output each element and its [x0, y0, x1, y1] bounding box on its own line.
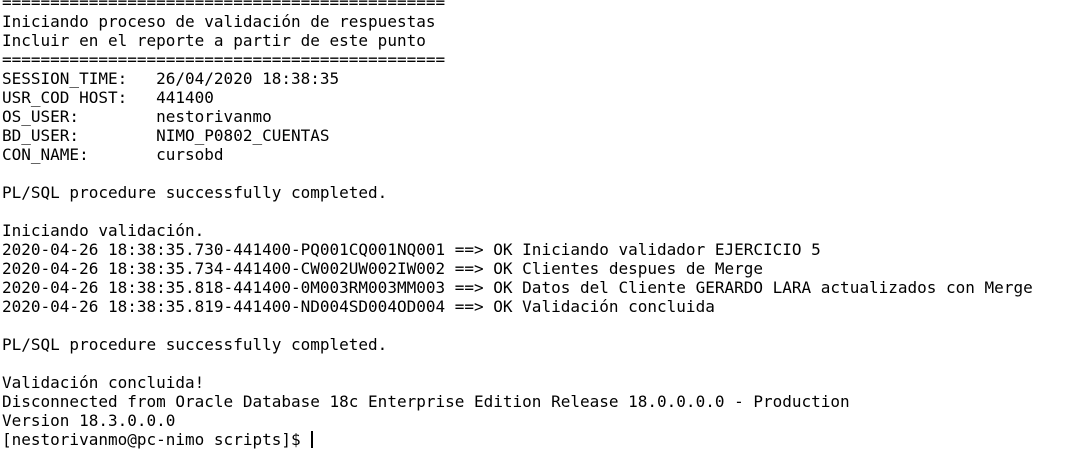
- procedure-completed-line: PL/SQL procedure successfully completed.: [2, 335, 388, 354]
- procedure-completed-line: PL/SQL procedure successfully completed.: [2, 183, 388, 202]
- validation-log-line: 2020-04-26 18:38:35.734-441400-CW002UW00…: [2, 259, 763, 278]
- usr-cod-host-line: USR_COD HOST: 441400: [2, 88, 214, 107]
- bd-user-line: BD_USER: NIMO_P0802_CUENTAS: [2, 126, 330, 145]
- output-line: Incluir en el reporte a partir de este p…: [2, 31, 426, 50]
- validation-log-line: 2020-04-26 18:38:35.818-441400-0M003RM00…: [2, 278, 1033, 297]
- os-user-line: OS_USER: nestorivanmo: [2, 107, 272, 126]
- con-name-line: CON_NAME: cursobd: [2, 145, 224, 164]
- text-cursor: [311, 431, 314, 448]
- shell-prompt: [nestorivanmo@pc-nimo scripts]$: [2, 430, 311, 449]
- terminal-window[interactable]: ========================================…: [0, 0, 1080, 453]
- version-line: Version 18.3.0.0.0: [2, 411, 176, 430]
- validation-log-line: 2020-04-26 18:38:35.819-441400-ND004SD00…: [2, 297, 715, 316]
- session-time-line: SESSION_TIME: 26/04/2020 18:38:35: [2, 69, 340, 88]
- output-line: Iniciando validación.: [2, 221, 205, 240]
- prompt-line[interactable]: [nestorivanmo@pc-nimo scripts]$: [2, 430, 1080, 449]
- validation-log-line: 2020-04-26 18:38:35.730-441400-PQ001CQ00…: [2, 240, 821, 259]
- output-line: Validación concluida!: [2, 373, 205, 392]
- disconnected-line: Disconnected from Oracle Database 18c En…: [2, 392, 850, 411]
- output-line: Iniciando proceso de validación de respu…: [2, 12, 436, 31]
- separator-line-bottom: ========================================…: [2, 50, 446, 69]
- separator-line-top: ========================================…: [2, 0, 446, 12]
